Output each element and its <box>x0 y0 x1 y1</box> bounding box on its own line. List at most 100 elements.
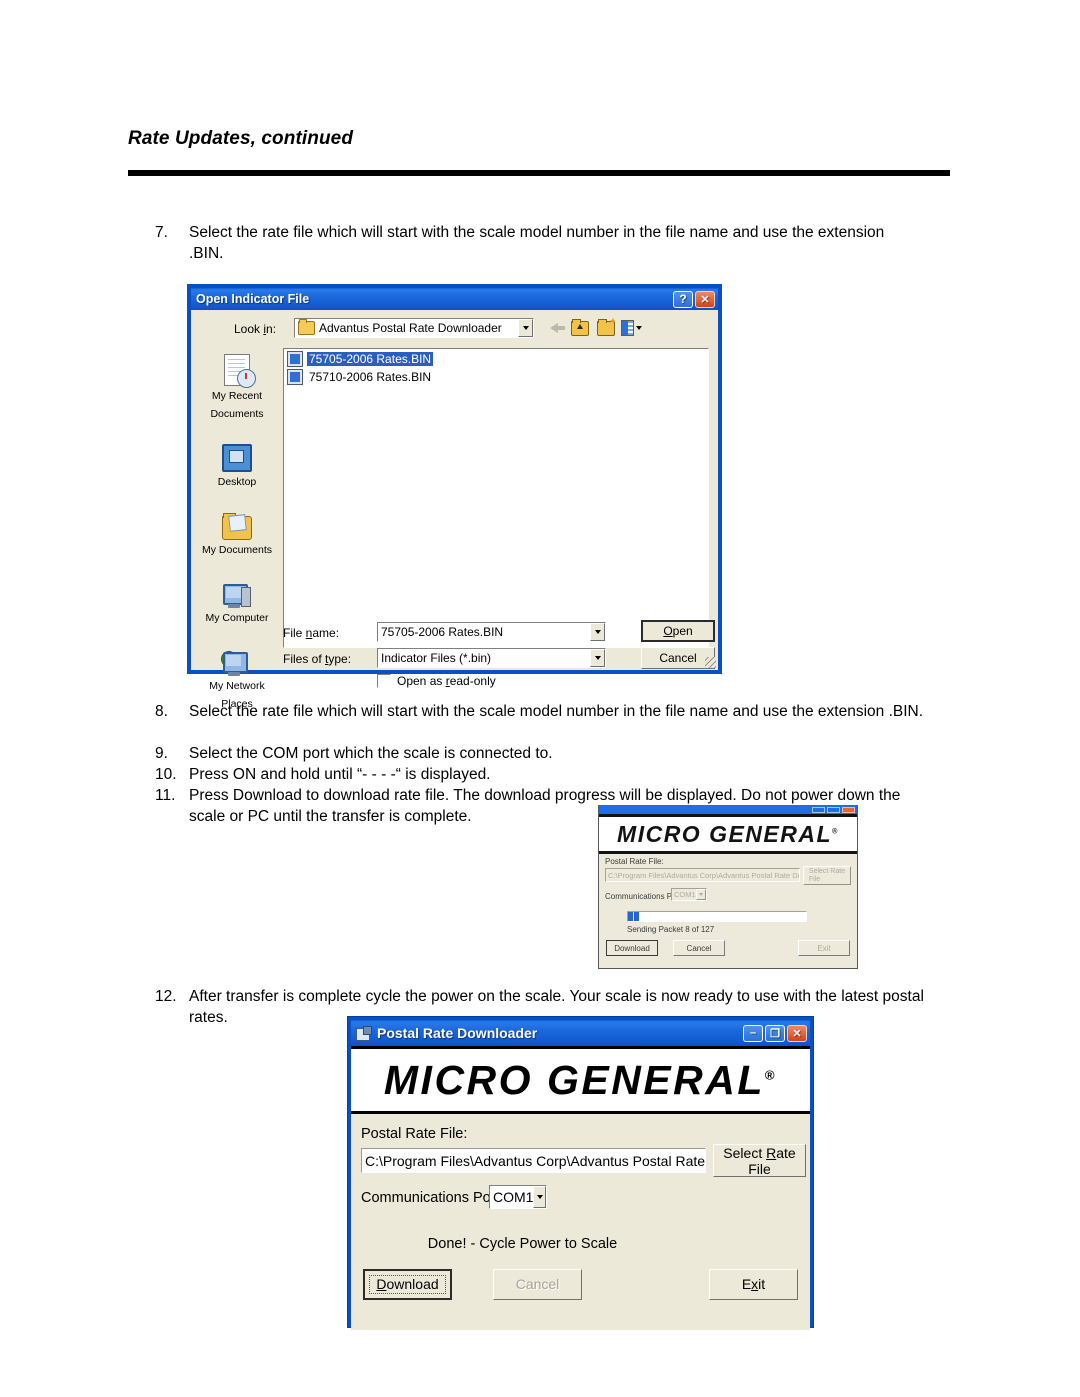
select-rate-file-button[interactable]: Select Rate File <box>713 1144 806 1177</box>
files-of-type-label: Files of type: <box>283 652 352 666</box>
maximize-icon[interactable]: ❐ <box>765 1024 785 1042</box>
file-list-item[interactable]: 75710-2006 Rates.BIN <box>287 369 708 385</box>
step-7: 7. Select the rate file which will start… <box>155 222 915 264</box>
chevron-down-icon[interactable] <box>518 319 533 337</box>
open-as-read-only-label: Open as read-only <box>397 674 496 688</box>
micro-general-logo: MICRO GENERAL® <box>351 1046 810 1114</box>
help-icon[interactable]: ? <box>673 290 693 308</box>
step-number: 12. <box>155 988 177 1005</box>
file-list-item[interactable]: 75705-2006 Rates.BIN <box>287 351 708 367</box>
communications-port-value: COM1 <box>674 890 696 899</box>
file-list[interactable]: 75705-2006 Rates.BIN 75710-2006 Rates.BI… <box>283 348 709 648</box>
views-icon[interactable] <box>621 318 642 338</box>
exit-button[interactable]: Exit <box>709 1269 798 1300</box>
progress-status-text: Sending Packet 8 of 127 <box>627 925 715 934</box>
step-number: 11. <box>155 787 176 804</box>
up-one-level-icon[interactable] <box>569 318 590 338</box>
maximize-icon[interactable] <box>827 806 840 813</box>
postal-rate-file-label: Postal Rate File: <box>361 1126 468 1142</box>
places-bar: My Recent Documents Desktop My Documents… <box>199 348 275 710</box>
micro-general-logo: MICRO GENERAL® <box>599 814 857 854</box>
communications-port-dropdown[interactable]: COM1 <box>671 888 707 901</box>
dialog-titlebar[interactable]: Open Indicator File ? ✕ <box>191 288 718 310</box>
download-button[interactable]: Download <box>363 1269 452 1300</box>
step-9: 9. Select the COM port which the scale i… <box>155 743 927 764</box>
look-in-label: Look in: <box>234 322 277 336</box>
folder-icon <box>298 319 315 335</box>
chevron-down-icon[interactable] <box>590 623 605 641</box>
open-as-read-only-checkbox[interactable]: Open as read-only <box>377 674 496 688</box>
postal-rate-file-input[interactable]: C:\Program Files\Advantus Corp\Advantus … <box>361 1148 706 1173</box>
logo-text: MICRO GENERAL <box>617 820 833 847</box>
bin-file-icon <box>287 369 303 385</box>
files-of-type-dropdown[interactable]: Indicator Files (*.bin) <box>377 648 606 668</box>
download-button-label: Download <box>369 1275 446 1294</box>
place-my-network-places[interactable]: My Network Places <box>199 638 275 712</box>
desktop-icon <box>199 434 275 472</box>
step-text: Press ON and hold until “- - - -“ is dis… <box>189 766 491 783</box>
open-indicator-file-dialog[interactable]: Open Indicator File ? ✕ Look in: Advantu… <box>188 285 721 710</box>
minimize-icon[interactable] <box>812 806 825 813</box>
step-number: 9. <box>155 745 168 762</box>
registered-mark: ® <box>764 1066 778 1082</box>
close-icon[interactable]: ✕ <box>787 1024 807 1042</box>
my-computer-icon <box>199 570 275 608</box>
select-rate-file-button[interactable]: Select Rate File <box>803 866 851 885</box>
download-button[interactable]: Download <box>606 940 658 956</box>
chevron-down-icon[interactable] <box>533 1186 546 1208</box>
step-text: Select the rate file which will start wi… <box>189 703 924 720</box>
postal-rate-file-input[interactable]: C:\Program Files\Advantus Corp\Advantus … <box>605 868 800 882</box>
checkbox-box[interactable] <box>377 674 391 688</box>
page-title: Rate Updates, continued <box>128 128 354 149</box>
open-button[interactable]: Open <box>641 620 715 642</box>
logo-text: MICRO GENERAL <box>383 1056 765 1103</box>
minimize-icon[interactable]: – <box>743 1024 763 1042</box>
place-label: Desktop <box>217 476 257 488</box>
select-rate-file-line2: File <box>748 1160 771 1177</box>
place-my-recent-documents[interactable]: My Recent Documents <box>199 348 275 422</box>
back-arrow-icon[interactable] <box>543 318 565 338</box>
recent-documents-icon <box>199 348 275 388</box>
look-in-value: Advantus Postal Rate Downloader <box>319 321 502 335</box>
application-icon <box>356 1025 372 1041</box>
main-window-body: Postal Rate File: C:\Program Files\Advan… <box>351 1114 810 1330</box>
chevron-down-icon[interactable] <box>590 649 605 667</box>
step-text: Select the rate file which will start wi… <box>189 224 885 262</box>
postal-rate-downloader-progress-window[interactable]: MICRO GENERAL® Postal Rate File: C:\Prog… <box>598 805 858 969</box>
communications-port-value: COM1 <box>493 1189 534 1205</box>
postal-rate-downloader-window[interactable]: Postal Rate Downloader – ❐ ✕ MICRO GENER… <box>348 1017 813 1330</box>
place-desktop[interactable]: Desktop <box>199 434 275 490</box>
close-icon[interactable] <box>842 806 855 813</box>
file-name-input[interactable]: 75705-2006 Rates.BIN <box>377 622 606 642</box>
chevron-down-icon[interactable] <box>695 889 706 900</box>
dialog-title: Open Indicator File <box>196 292 310 306</box>
main-titlebar[interactable]: Postal Rate Downloader – ❐ ✕ <box>351 1020 810 1046</box>
look-in-dropdown[interactable]: Advantus Postal Rate Downloader <box>294 318 534 338</box>
close-icon[interactable]: ✕ <box>695 290 715 308</box>
dialog-body: Look in: Advantus Postal Rate Downloader… <box>191 310 718 710</box>
my-network-places-icon <box>199 638 275 676</box>
file-name-label: File name: <box>283 626 340 640</box>
step-number: 10. <box>155 766 177 783</box>
place-label: My Documents <box>201 544 273 556</box>
step-number: 8. <box>155 703 168 720</box>
header-rule <box>128 170 950 176</box>
place-my-documents[interactable]: My Documents <box>199 502 275 558</box>
exit-button[interactable]: Exit <box>798 940 850 956</box>
cancel-button[interactable]: Cancel <box>641 647 715 669</box>
place-label: My Recent Documents <box>210 390 264 420</box>
communications-port-dropdown[interactable]: COM1 <box>489 1185 547 1209</box>
place-label: My Network Places <box>209 680 265 710</box>
cancel-button[interactable]: Cancel <box>673 940 725 956</box>
step-10: 10. Press ON and hold until “- - - -“ is… <box>155 764 927 785</box>
cancel-button: Cancel <box>493 1269 582 1300</box>
select-rate-file-line1: Select Rate <box>723 1144 796 1161</box>
resize-grip[interactable] <box>705 657 716 668</box>
mini-titlebar[interactable] <box>599 805 857 814</box>
registered-mark: ® <box>832 825 839 835</box>
step-text: Select the COM port which the scale is c… <box>189 745 553 762</box>
files-of-type-value: Indicator Files (*.bin) <box>381 651 492 665</box>
mini-window-body: Postal Rate File: C:\Program Files\Advan… <box>599 854 857 962</box>
place-my-computer[interactable]: My Computer <box>199 570 275 626</box>
new-folder-icon[interactable]: ✦ <box>595 316 616 338</box>
